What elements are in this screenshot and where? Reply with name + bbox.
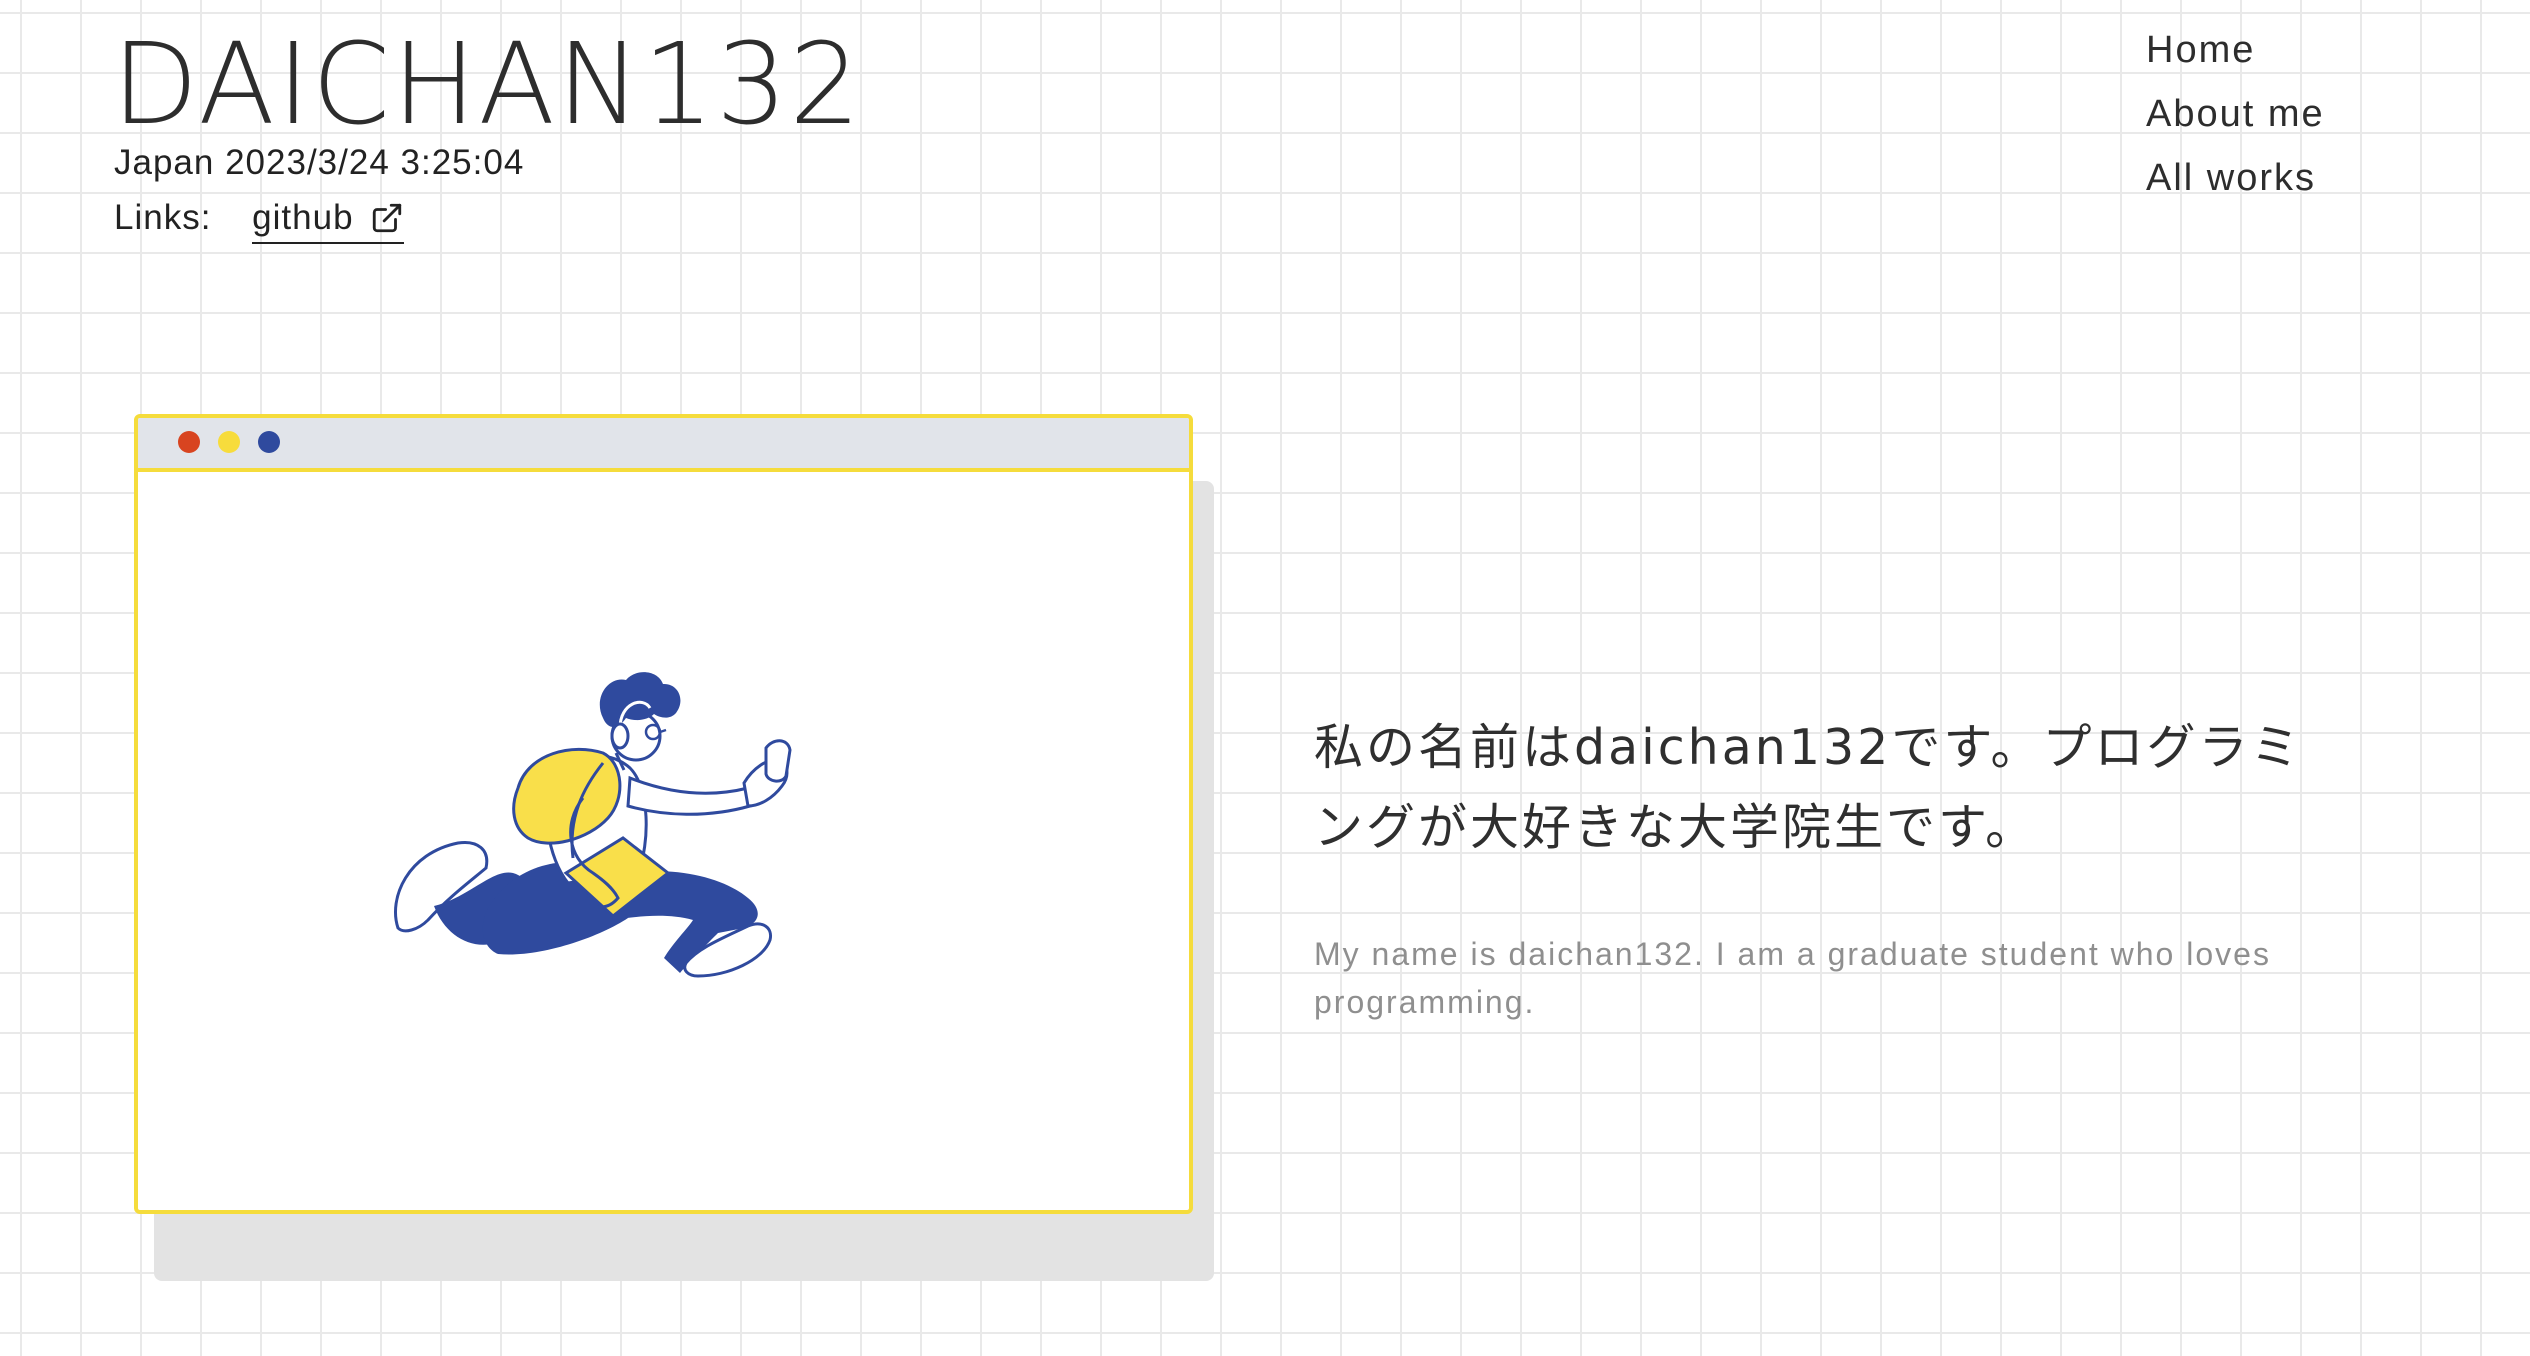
links-row: Links: github — [114, 198, 405, 244]
headphones-cup-shape — [610, 722, 630, 750]
minimize-dot-icon — [218, 431, 240, 453]
japan-datetime: Japan 2023/3/24 3:25:04 — [114, 143, 525, 182]
site-title[interactable]: DAICHAN132 — [112, 18, 863, 152]
github-link[interactable]: github — [252, 198, 405, 244]
intro-english-text: My name is daichan132. I am a graduate s… — [1314, 936, 2271, 1020]
main-nav: Home About me All works — [2146, 24, 2325, 216]
close-dot-icon — [178, 431, 200, 453]
external-link-icon — [373, 203, 402, 233]
hair-shape — [599, 672, 681, 727]
links-label: Links: — [114, 198, 212, 237]
browser-window-mockup — [134, 414, 1193, 1214]
github-link-label: github — [252, 198, 354, 237]
maximize-dot-icon — [258, 431, 280, 453]
browser-titlebar — [138, 418, 1189, 472]
phone-shape — [764, 739, 792, 783]
nav-home-link[interactable]: Home — [2146, 24, 2325, 88]
intro-japanese-text: 私の名前はdaichan132です。プログラミングが大好きな大学院生です。 — [1314, 719, 2303, 856]
nav-about-me-link[interactable]: About me — [2146, 88, 2325, 152]
running-student-illustration — [394, 672, 792, 978]
nav-all-works-link[interactable]: All works — [2146, 152, 2325, 216]
front-arm-shape — [626, 775, 752, 816]
